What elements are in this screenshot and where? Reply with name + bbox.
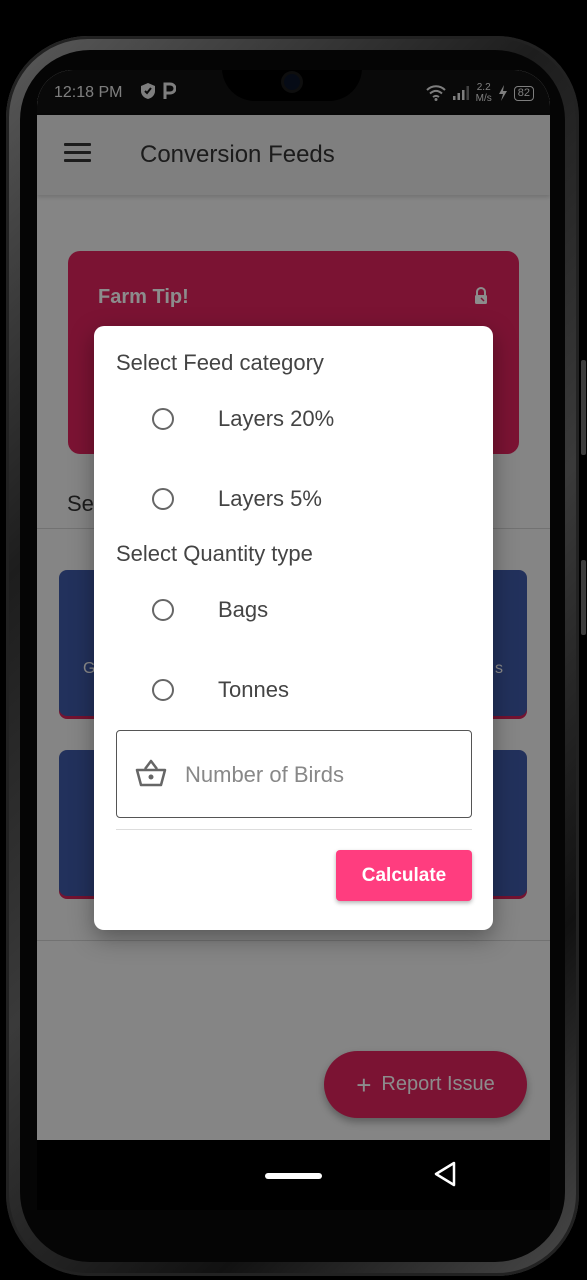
- radio-bags[interactable]: Bags: [152, 590, 472, 630]
- back-triangle-icon[interactable]: [433, 1161, 457, 1187]
- basket-icon: [135, 759, 167, 787]
- number-of-birds-field[interactable]: Number of Birds: [116, 730, 472, 818]
- system-nav-bar: [37, 1140, 550, 1210]
- screen: 12:18 PM 2.2 M/s 82 Conversion Feeds Far…: [37, 70, 550, 1210]
- radio-circle[interactable]: [152, 488, 174, 510]
- volume-button: [581, 360, 586, 455]
- feed-dialog: Select Feed category Layers 20% Layers 5…: [94, 326, 493, 930]
- radio-layers-20[interactable]: Layers 20%: [152, 399, 472, 439]
- radio-label: Tonnes: [218, 677, 289, 702]
- power-button: [581, 560, 586, 635]
- quantity-type-heading: Select Quantity type: [116, 541, 313, 566]
- radio-circle[interactable]: [152, 408, 174, 430]
- radio-circle[interactable]: [152, 599, 174, 621]
- calculate-button[interactable]: Calculate: [336, 850, 472, 901]
- radio-label: Layers 20%: [218, 406, 335, 431]
- home-gesture-bar[interactable]: [265, 1173, 322, 1179]
- radio-tonnes[interactable]: Tonnes: [152, 670, 472, 710]
- radio-label: Bags: [218, 597, 269, 622]
- radio-layers-5[interactable]: Layers 5%: [152, 479, 472, 519]
- feed-category-heading: Select Feed category: [116, 350, 324, 375]
- number-of-birds-placeholder: Number of Birds: [185, 762, 344, 787]
- radio-circle[interactable]: [152, 679, 174, 701]
- radio-label: Layers 5%: [218, 486, 322, 511]
- dialog-divider: [116, 829, 472, 830]
